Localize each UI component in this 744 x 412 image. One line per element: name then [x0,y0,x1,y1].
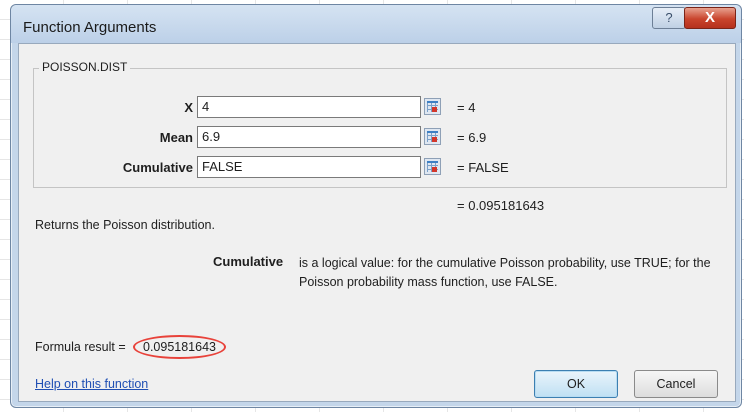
arg-input-mean[interactable]: 6.9 [197,126,421,148]
formula-result-value: 0.095181643 [133,335,226,359]
arg-evaluated-mean: = 6.9 [457,130,487,145]
arg-label-cumulative: Cumulative [122,160,193,175]
range-select-icon[interactable] [424,128,441,145]
arg-evaluated-mean-value: 6.9 [468,130,487,145]
dialog-title: Function Arguments [23,19,157,36]
function-result-eq: = [457,198,465,213]
arg-input-cumulative[interactable]: FALSE [197,156,421,178]
cancel-button[interactable]: Cancel [634,370,718,398]
function-name-label: POISSON.DIST [39,60,131,74]
ok-button[interactable]: OK [534,370,618,398]
range-select-icon[interactable] [424,98,441,115]
function-result: = 0.095181643 [457,198,544,213]
arg-evaluated-x: = 4 [457,100,476,115]
arg-evaluated-x-value: 4 [468,100,476,115]
help-link[interactable]: Help on this function [35,377,148,391]
dialog-body: POISSON.DIST X 4 = 4 Mean 6.9 = 6.9 Cumu… [18,43,736,402]
param-name: Cumulative [213,254,284,269]
range-select-icon[interactable] [424,158,441,175]
function-result-value: 0.095181643 [468,198,545,213]
close-icon[interactable]: X [684,7,736,29]
help-icon[interactable]: ? [652,7,686,29]
param-description: is a logical value: for the cumulative P… [299,256,711,289]
arg-input-x[interactable]: 4 [197,96,421,118]
arg-evaluated-cumulative: = FALSE [457,160,509,175]
function-arguments-dialog: Function Arguments ? X POISSON.DIST X 4 … [10,4,742,408]
arg-label-mean: Mean [159,130,193,145]
arg-evaluated-cumulative-value: FALSE [468,160,509,175]
title-bar[interactable]: Function Arguments ? X [11,5,741,43]
function-summary: Returns the Poisson distribution. [35,218,215,232]
arg-label-x: X [184,100,193,115]
formula-result-label: Formula result = [35,340,126,354]
